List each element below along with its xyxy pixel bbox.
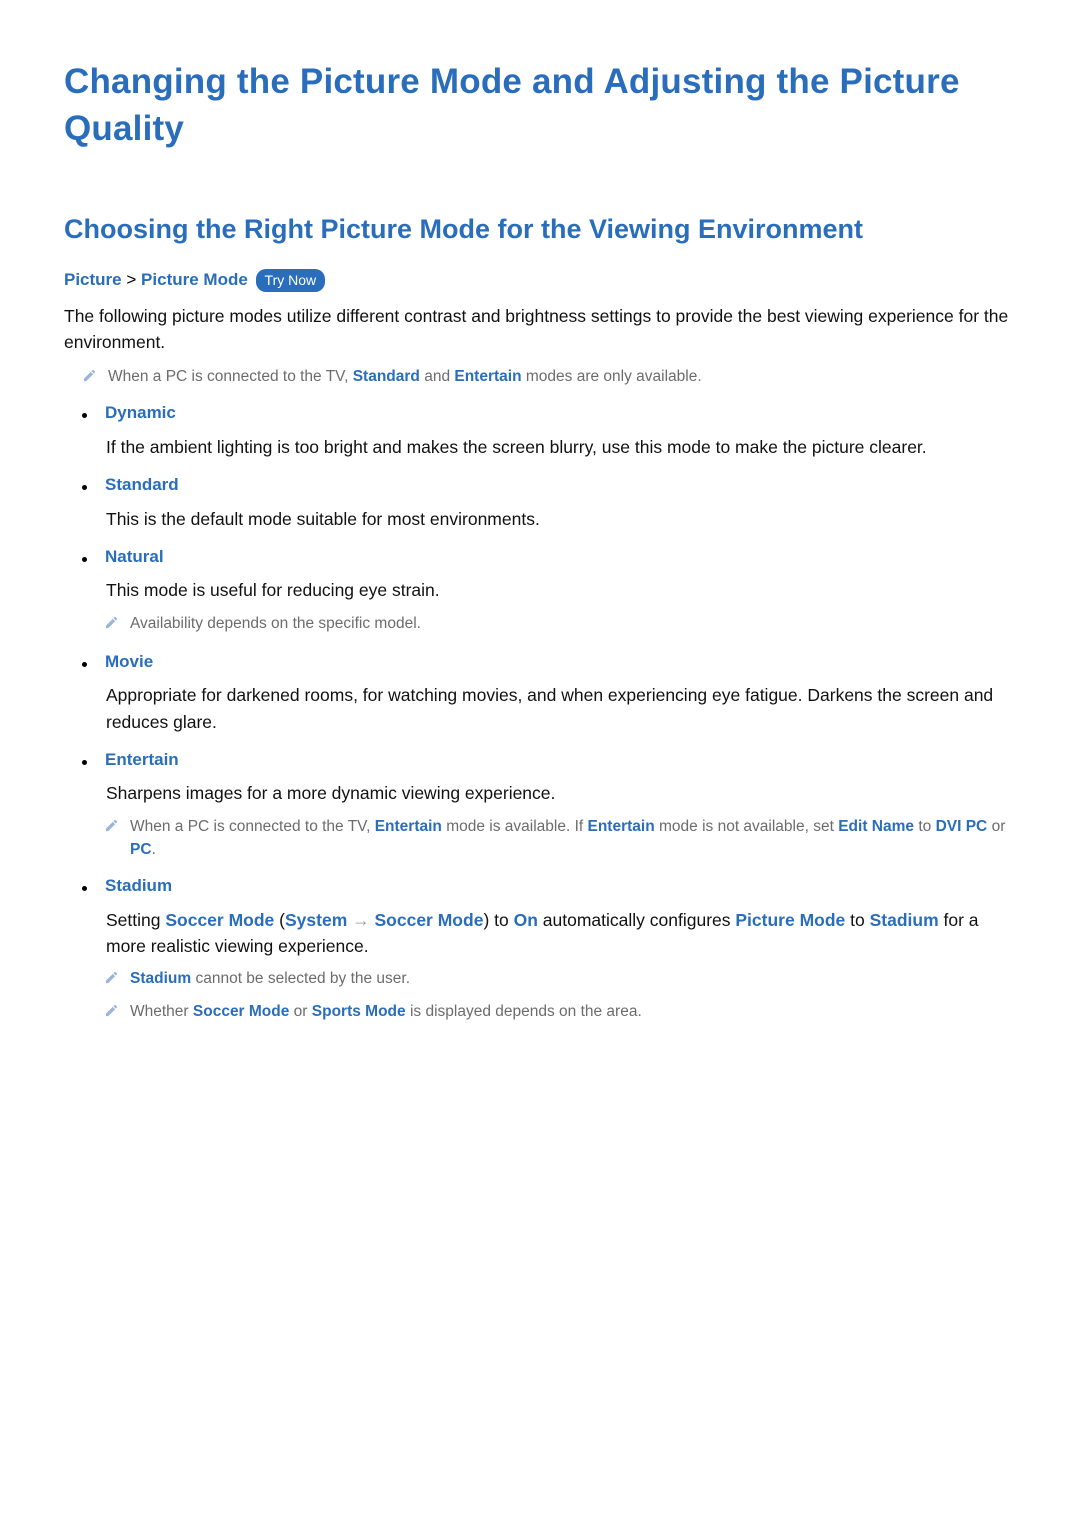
mode-title-movie: Movie [105,649,153,675]
page-title: Changing the Picture Mode and Adjusting … [64,58,1016,153]
pencil-icon [104,817,120,840]
note-stadium-2: Whether Soccer Mode or Sports Mode is di… [104,1000,1016,1025]
note-stadium-2-text: Whether Soccer Mode or Sports Mode is di… [130,1000,642,1023]
pencil-icon [82,367,98,390]
link-entertain: Entertain [454,368,521,385]
list-item-natural: Natural This mode is useful for reducing… [64,544,1016,637]
list-item-movie: Movie Appropriate for darkened rooms, fo… [64,649,1016,735]
arrow-right-icon: → [347,910,374,930]
pencil-icon [104,969,120,992]
pencil-icon [104,614,120,637]
list-item-entertain: Entertain Sharpens images for a more dyn… [64,747,1016,861]
bullet-icon [82,886,87,891]
note-pc-text: When a PC is connected to the TV, Standa… [108,365,1016,388]
note-natural-text: Availability depends on the specific mod… [130,612,421,635]
breadcrumb-leaf[interactable]: Picture Mode [141,270,248,289]
breadcrumb: Picture > Picture Mode Try Now [64,267,1016,293]
note-stadium-1-text: Stadium cannot be selected by the user. [130,967,410,990]
note-pc-connected: When a PC is connected to the TV, Standa… [82,365,1016,390]
pencil-icon [104,1002,120,1025]
link-standard: Standard [353,368,420,385]
mode-title-stadium: Stadium [105,873,172,899]
bullet-icon [82,485,87,490]
bullet-icon [82,662,87,667]
picture-mode-list: Dynamic If the ambient lighting is too b… [64,400,1016,1025]
note-entertain: When a PC is connected to the TV, Entert… [104,815,1016,862]
mode-body-movie: Appropriate for darkened rooms, for watc… [106,682,1016,735]
bullet-icon [82,760,87,765]
section-title: Choosing the Right Picture Mode for the … [64,209,1016,250]
mode-body-standard: This is the default mode suitable for mo… [106,506,1016,532]
list-item-standard: Standard This is the default mode suitab… [64,472,1016,532]
breadcrumb-separator: > [126,270,136,289]
mode-body-entertain: Sharpens images for a more dynamic viewi… [106,780,1016,806]
mode-body-dynamic: If the ambient lighting is too bright an… [106,434,1016,460]
bullet-icon [82,557,87,562]
try-now-badge[interactable]: Try Now [256,269,326,292]
note-natural: Availability depends on the specific mod… [104,612,1016,637]
note-entertain-text: When a PC is connected to the TV, Entert… [130,815,1016,862]
mode-title-entertain: Entertain [105,747,179,773]
breadcrumb-root[interactable]: Picture [64,270,122,289]
mode-title-natural: Natural [105,544,164,570]
mode-title-standard: Standard [105,472,179,498]
intro-text: The following picture modes utilize diff… [64,303,1016,356]
list-item-stadium: Stadium Setting Soccer Mode (System → So… [64,873,1016,1026]
mode-body-natural: This mode is useful for reducing eye str… [106,577,1016,603]
mode-body-stadium: Setting Soccer Mode (System → Soccer Mod… [106,907,1016,960]
note-stadium-1: Stadium cannot be selected by the user. [104,967,1016,992]
bullet-icon [82,413,87,418]
list-item-dynamic: Dynamic If the ambient lighting is too b… [64,400,1016,460]
mode-title-dynamic: Dynamic [105,400,176,426]
